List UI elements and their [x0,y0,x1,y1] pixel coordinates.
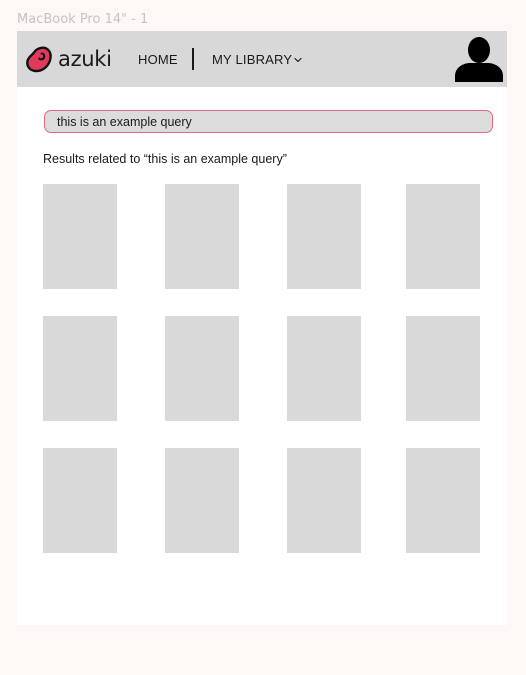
top-navbar: azuki HOME MY LIBRARY [17,31,507,87]
result-card[interactable] [165,448,239,553]
result-card[interactable] [165,184,239,289]
result-card[interactable] [43,316,117,421]
result-card[interactable] [287,184,361,289]
result-card[interactable] [406,184,480,289]
search-input[interactable] [44,110,493,133]
result-card[interactable] [287,448,361,553]
brand-name: azuki [58,46,112,71]
result-card[interactable] [406,448,480,553]
logo[interactable]: azuki [25,45,112,73]
result-card[interactable] [406,316,480,421]
result-card[interactable] [165,316,239,421]
nav-my-library-label: MY LIBRARY [212,52,293,67]
nav-my-library-dropdown[interactable]: MY LIBRARY [212,52,302,67]
nav-home-link[interactable]: HOME [138,52,178,67]
azuki-bean-icon [26,46,52,73]
frame-label: MacBook Pro 14" - 1 [17,12,149,27]
user-avatar-icon[interactable] [454,36,504,82]
app-frame: azuki HOME MY LIBRARY Results related to… [17,31,507,625]
result-card[interactable] [43,184,117,289]
results-heading: Results related to “this is an example q… [43,152,287,166]
nav-divider [192,48,194,70]
result-card[interactable] [43,448,117,553]
chevron-down-icon [294,57,302,62]
result-card[interactable] [287,316,361,421]
